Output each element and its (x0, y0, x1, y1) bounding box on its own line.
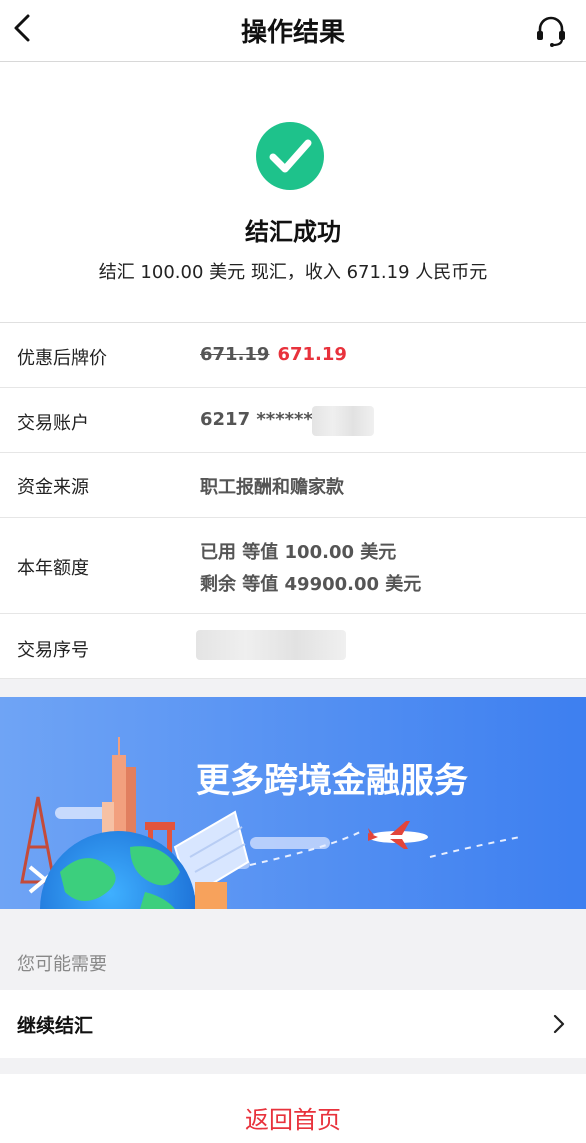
discounted-price: 671.19 (277, 344, 347, 365)
home-button[interactable]: 返回首页 (0, 1074, 586, 1143)
detail-row-price: 优惠后牌价 671.19 671.19 (0, 323, 586, 388)
result-status: 结汇成功 (245, 218, 341, 246)
page-title: 操作结果 (240, 18, 345, 48)
quota-used: 已用 等值 100.00 美元 (200, 542, 397, 563)
detail-row-account: 交易账户 6217 ****** (0, 388, 586, 453)
original-price: 671.19 (200, 344, 270, 365)
section-label-suggestions: 您可能需要 (17, 954, 107, 975)
home-button-label: 返回首页 (245, 1106, 341, 1134)
promo-banner[interactable]: 更多跨境金融服务 (0, 697, 586, 909)
result-summary: 结汇 100.00 美元 现汇，收入 671.19 人民币元 (98, 262, 488, 283)
chevron-right-icon (553, 1014, 565, 1034)
continue-settlement-item[interactable]: 继续结汇 (0, 990, 586, 1058)
detail-row-source: 资金来源 职工报酬和赡家款 (0, 453, 586, 518)
detail-label: 本年额度 (17, 558, 89, 579)
detail-label: 资金来源 (17, 477, 89, 498)
banner-title: 更多跨境金融服务 (196, 761, 468, 801)
detail-label: 交易序号 (17, 640, 89, 661)
fund-source: 职工报酬和赡家款 (200, 477, 344, 498)
banner-illustration: 更多跨境金融服务 (0, 697, 586, 909)
price-value: 671.19 671.19 (200, 344, 347, 365)
detail-row-serial: 交易序号 (0, 614, 586, 679)
detail-label: 优惠后牌价 (17, 348, 107, 369)
detail-label: 交易账户 (17, 413, 89, 434)
headset-icon[interactable] (534, 14, 568, 48)
detail-row-quota: 本年额度 已用 等值 100.00 美元 剩余 等值 49900.00 美元 (0, 518, 586, 614)
nav-bar: 操作结果 (0, 0, 586, 62)
account-number: 6217 ****** (200, 409, 313, 430)
detail-list: 优惠后牌价 671.19 671.19 交易账户 6217 ****** 资金来源… (0, 322, 586, 679)
success-check-icon (256, 122, 324, 190)
result-panel: 结汇成功 结汇 100.00 美元 现汇，收入 671.19 人民币元 (0, 62, 586, 322)
masked-blur (312, 406, 374, 436)
quota-remaining: 剩余 等值 49900.00 美元 (200, 574, 422, 595)
masked-blur (196, 630, 346, 660)
continue-settlement-label: 继续结汇 (17, 1015, 94, 1037)
